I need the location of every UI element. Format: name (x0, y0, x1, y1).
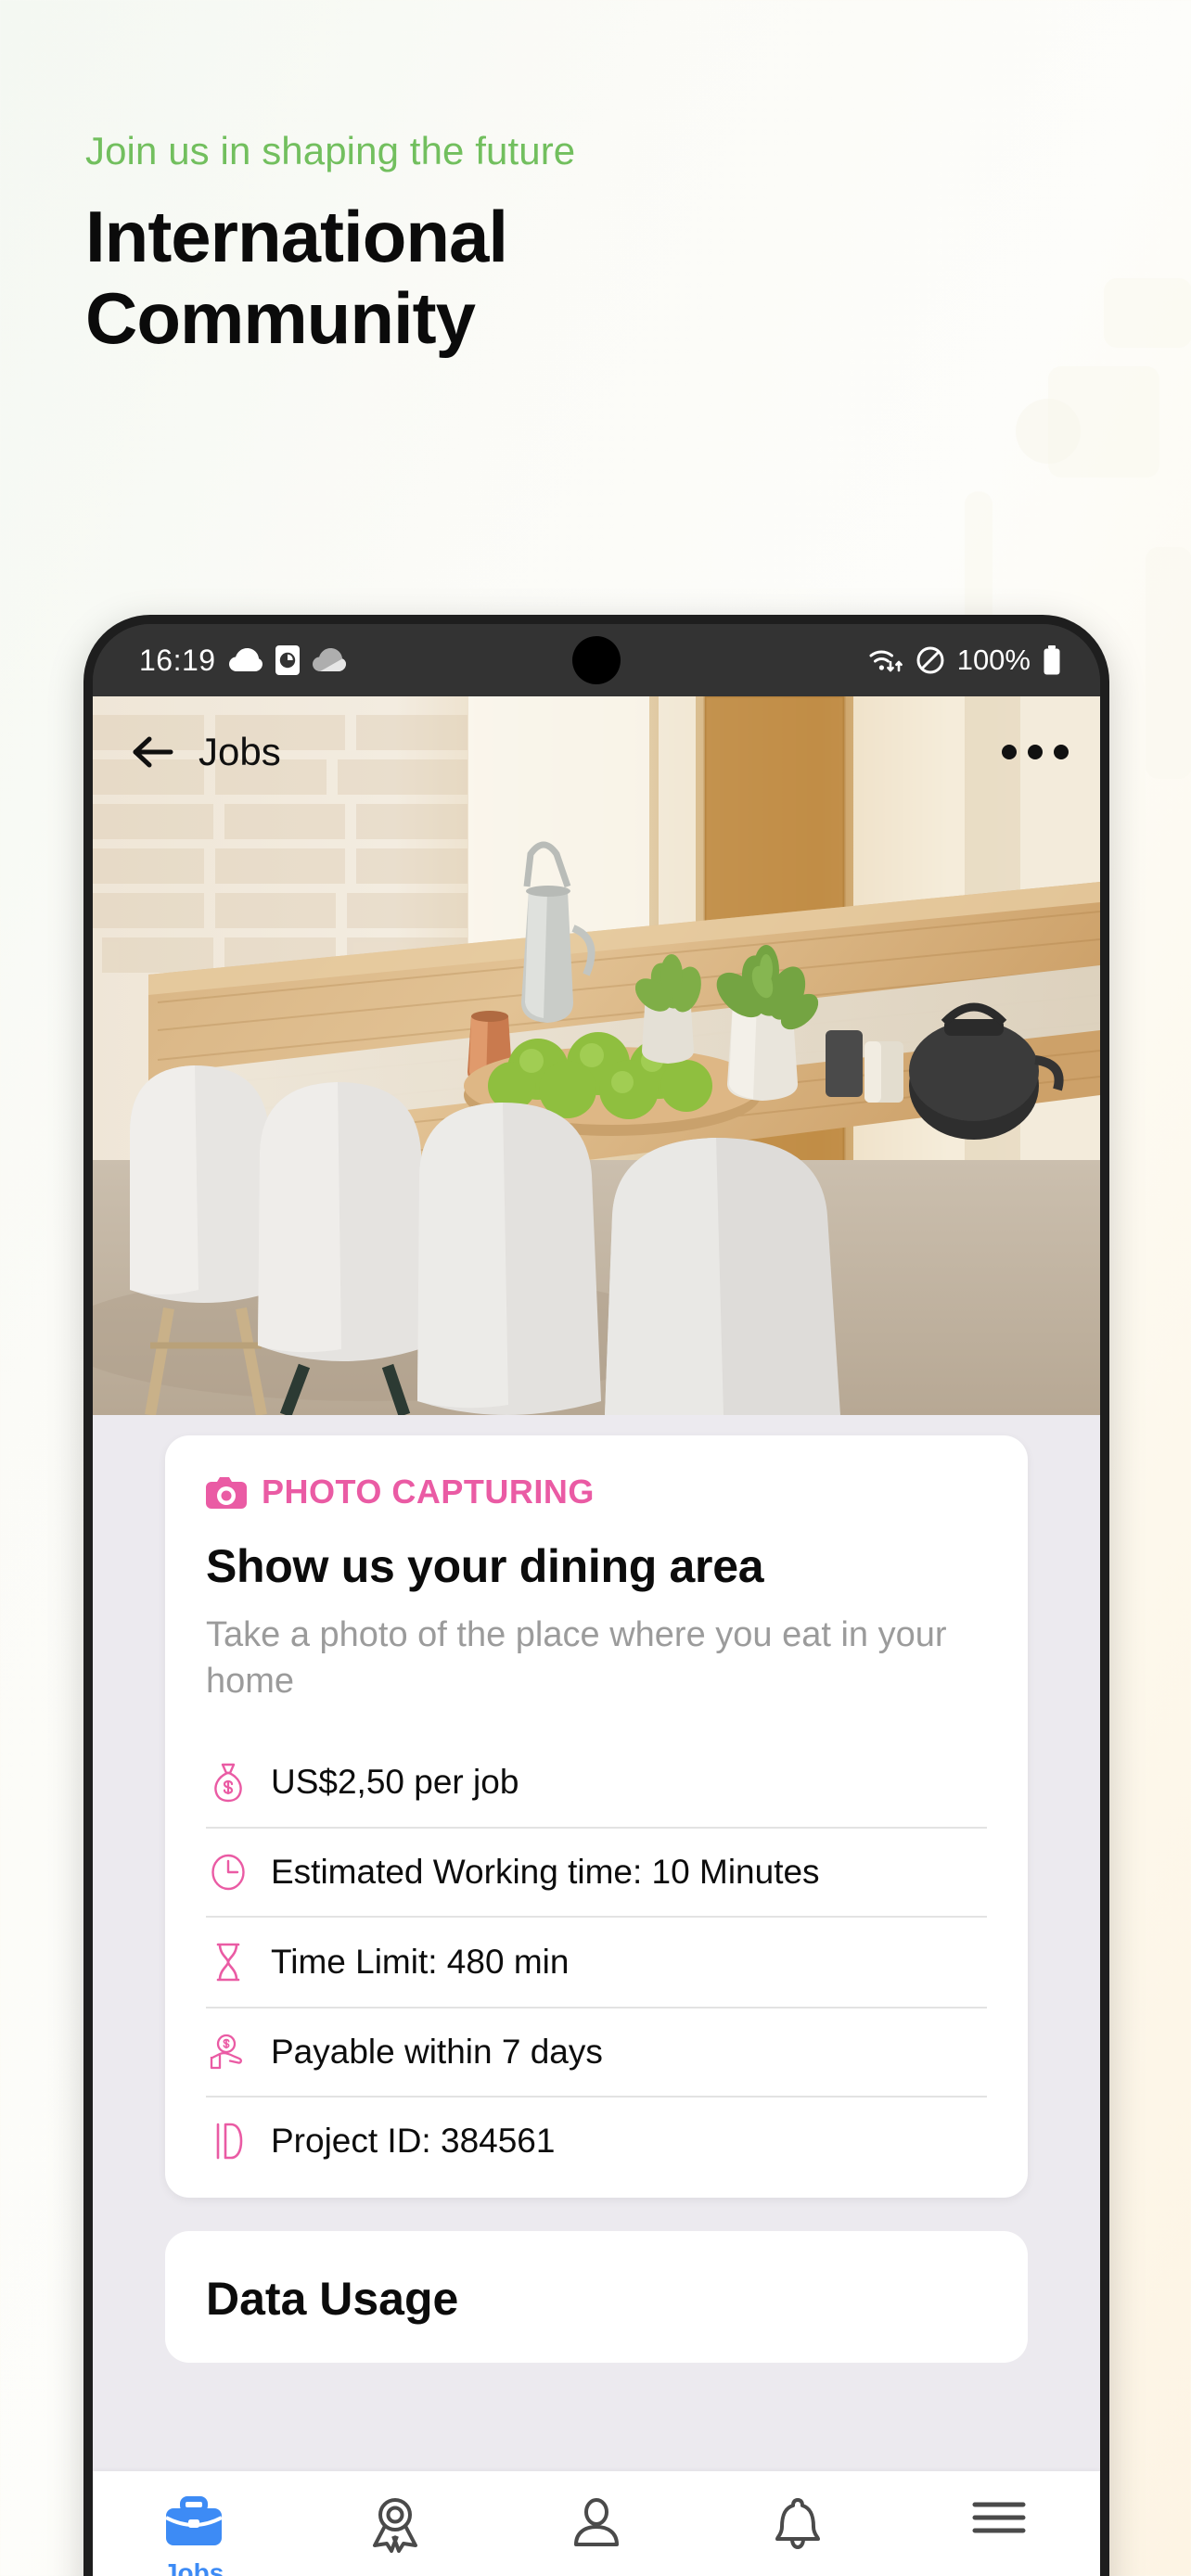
job-category-label: PHOTO CAPTURING (262, 1473, 595, 1511)
briefcase-icon (164, 2495, 224, 2549)
bottom-navigation: Jobs (93, 2471, 1100, 2576)
camera-icon (206, 1475, 247, 1509)
job-category-badge: PHOTO CAPTURING (206, 1473, 987, 1511)
job-detail-card: PHOTO CAPTURING Show us your dining area… (165, 1435, 1028, 2199)
clock-icon (208, 1853, 249, 1892)
job-spec-row: Time Limit: 480 min (206, 1918, 987, 2009)
page-title-line-1: International (85, 196, 508, 278)
job-spec-row: Estimated Working time: 10 Minutes (206, 1829, 987, 1919)
hamburger-menu-icon (971, 2495, 1027, 2540)
eyebrow-text: Join us in shaping the future (85, 129, 576, 172)
more-horizontal-icon[interactable] (1002, 745, 1069, 759)
job-spec-text: US$2,50 per job (271, 1763, 519, 1802)
dot-2 (1028, 745, 1043, 759)
money-bag-icon (208, 1762, 249, 1803)
person-icon (570, 2495, 623, 2549)
data-usage-title: Data Usage (206, 2273, 459, 2326)
job-description: Take a photo of the place where you eat … (206, 1615, 947, 1702)
hand-money-icon (208, 2033, 249, 2072)
battery-icon (1043, 645, 1061, 675)
dot-3 (1054, 745, 1069, 759)
nav-item-awards[interactable] (294, 2495, 495, 2553)
nav-item-profile[interactable] (495, 2495, 697, 2549)
cloud-grey-icon (312, 648, 346, 672)
phone-mockup: 16:19 100% Jobs PHOTO CAPTURING Show us … (83, 615, 1109, 2576)
status-bar-left: 16:19 (139, 644, 346, 678)
hourglass-icon (208, 1942, 249, 1983)
arrow-left-icon[interactable] (130, 733, 174, 771)
job-hero-image: Jobs (93, 696, 1100, 1415)
job-spec-text: Project ID: 384561 (271, 2122, 556, 2161)
phone-screen-container: 16:19 100% Jobs PHOTO CAPTURING Show us … (93, 624, 1100, 2576)
app-screen: Jobs PHOTO CAPTURING Show us your dining… (93, 696, 1100, 2576)
job-spec-row: Project ID: 384561 (206, 2098, 987, 2166)
job-spec-text: Payable within 7 days (271, 2033, 603, 2072)
job-spec-text: Estimated Working time: 10 Minutes (271, 1853, 820, 1892)
job-title: Show us your dining area (206, 1540, 764, 1592)
nav-item-jobs[interactable]: Jobs (93, 2495, 294, 2576)
job-spec-list: US$2,50 per job Estimated Working time: … (206, 1738, 987, 2166)
job-spec-row: Payable within 7 days (206, 2009, 987, 2098)
job-spec-text: Time Limit: 480 min (271, 1943, 570, 1982)
status-bar-right: 100% (868, 644, 1061, 677)
nav-item-notifications[interactable] (698, 2495, 899, 2551)
bg-watermark-2 (1104, 278, 1191, 348)
cloud-icon (228, 648, 263, 672)
bg-watermark-5 (1146, 547, 1191, 779)
wifi-icon (868, 645, 903, 675)
do-not-disturb-icon (916, 645, 945, 675)
hero-headline-block: Join us in shaping the future Internatio… (85, 129, 1059, 359)
status-bar: 16:19 100% (93, 624, 1100, 696)
app-bar: Jobs (93, 696, 1100, 808)
page-title: International Community (85, 196, 1059, 359)
status-bar-clock: 16:19 (139, 643, 216, 677)
app-bar-left: Jobs (130, 730, 281, 774)
battery-percent-label: 100% (956, 644, 1031, 676)
id-card-icon (208, 2122, 249, 2161)
clock-badge-icon (275, 645, 300, 675)
camera-cutout (572, 636, 621, 684)
award-icon (367, 2495, 423, 2553)
dot-1 (1002, 745, 1017, 759)
bell-icon (771, 2495, 825, 2551)
data-usage-card: Data Usage (165, 2231, 1028, 2364)
page-title-line-2: Community (85, 276, 476, 359)
job-spec-row: US$2,50 per job (206, 1738, 987, 1830)
app-bar-title: Jobs (198, 730, 281, 773)
bg-watermark-3 (1016, 399, 1081, 464)
nav-item-jobs-label: Jobs (162, 2558, 224, 2576)
nav-item-menu[interactable] (899, 2495, 1100, 2540)
